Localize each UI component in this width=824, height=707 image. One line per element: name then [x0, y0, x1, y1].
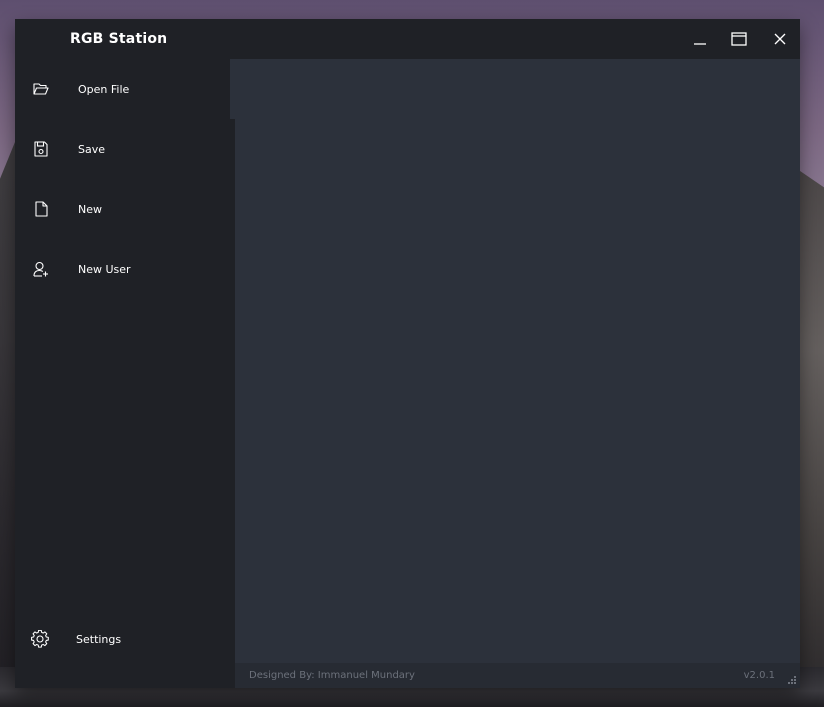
sidebar-item-label: New User — [78, 262, 131, 276]
main-content-area — [235, 59, 800, 663]
minimize-icon — [694, 43, 706, 45]
sidebar-item-label: Open File — [78, 82, 130, 96]
close-icon — [774, 33, 786, 45]
version-label: v2.0.1 — [743, 670, 775, 681]
folder-open-icon — [32, 80, 50, 98]
sidebar-item-save[interactable]: Save — [15, 119, 235, 179]
resize-grip-icon[interactable] — [787, 675, 797, 685]
maximize-button[interactable] — [726, 27, 752, 51]
title-bar[interactable]: RGB Station — [15, 19, 800, 59]
sidebar-item-label: Settings — [76, 632, 122, 646]
app-title: RGB Station — [70, 31, 168, 47]
sidebar-item-label: Save — [78, 142, 106, 156]
minimize-button[interactable] — [687, 27, 713, 51]
sidebar: Open File Save New New User Settings — [15, 59, 235, 688]
sidebar-item-settings[interactable]: Settings — [15, 609, 235, 669]
sidebar-item-open-file[interactable]: Open File — [15, 59, 235, 119]
maximize-icon — [731, 32, 747, 46]
floppy-disk-icon — [32, 140, 50, 158]
app-window: RGB Station Open File Save New New User … — [15, 19, 800, 688]
sidebar-item-new[interactable]: New — [15, 179, 235, 239]
gear-icon — [31, 630, 49, 648]
sidebar-item-new-user[interactable]: New User — [15, 239, 235, 299]
designer-credit: Designed By: Immanuel Mundary — [249, 670, 415, 681]
close-button[interactable] — [767, 27, 793, 51]
sidebar-item-label: New — [78, 202, 102, 216]
new-file-icon — [32, 200, 50, 218]
status-bar: Designed By: Immanuel Mundary v2.0.1 — [235, 663, 800, 688]
add-user-icon — [32, 260, 50, 278]
